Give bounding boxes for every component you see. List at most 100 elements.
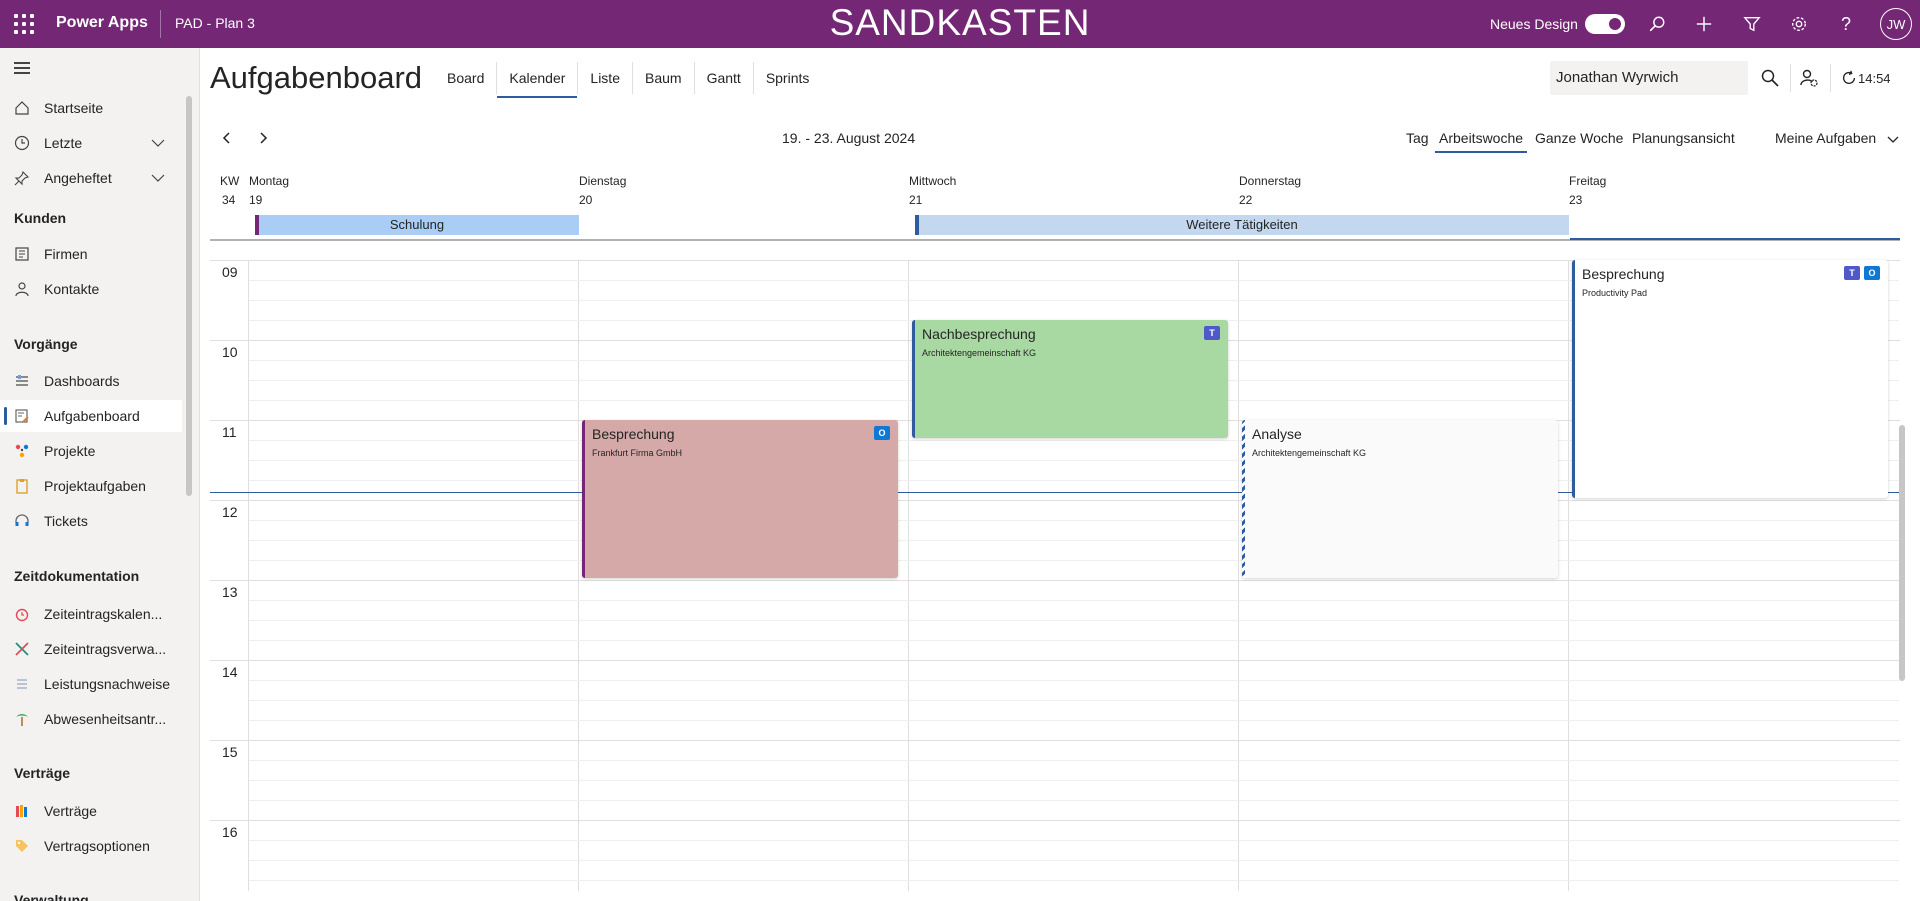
chevron-down-icon[interactable]: [150, 135, 166, 151]
all-day-event-title: Weitere Tätigkeiten: [1186, 217, 1298, 232]
view-workweek[interactable]: Arbeitswoche: [1434, 130, 1528, 153]
quarter-hour-line: [249, 840, 1899, 841]
sidebar-item-aufgabenboard[interactable]: Aufgabenboard: [0, 400, 182, 432]
clock-icon: [14, 135, 30, 151]
sidebar-item-zeiteintragsverwaltung[interactable]: Zeiteintragsverwa...: [0, 633, 182, 665]
user-avatar[interactable]: JW: [1880, 8, 1912, 40]
pin-icon: [14, 170, 30, 186]
sidebar-item-kontakte[interactable]: Kontakte: [0, 273, 182, 305]
app-name[interactable]: PAD - Plan 3: [175, 15, 255, 31]
sidebar-item-label: Letzte: [44, 135, 83, 151]
sidebar-item-startseite[interactable]: Startseite: [0, 92, 182, 124]
calendar-event[interactable]: Nachbesprechung Architektengemeinschaft K…: [912, 320, 1228, 438]
next-week-button[interactable]: [253, 128, 273, 148]
teams-icon[interactable]: T: [1844, 266, 1860, 280]
filter-icon[interactable]: [1740, 12, 1764, 36]
view-day[interactable]: Tag: [1406, 130, 1429, 146]
add-icon[interactable]: [1692, 12, 1716, 36]
search-icon[interactable]: [1758, 66, 1782, 90]
search-icon[interactable]: [1645, 12, 1669, 36]
day-header-name[interactable]: Montag: [249, 174, 289, 188]
tab-board[interactable]: Board: [435, 62, 496, 94]
quarter-hour-line: [249, 760, 1899, 761]
view-fullweek[interactable]: Ganze Woche: [1535, 130, 1623, 146]
tab-baum[interactable]: Baum: [631, 62, 694, 94]
sidebar-item-label: Vertragsoptionen: [44, 838, 150, 854]
view-planning[interactable]: Planungsansicht: [1632, 130, 1735, 146]
user-select-field[interactable]: Jonathan Wyrwich: [1550, 61, 1748, 95]
settings-icon[interactable]: [1787, 12, 1811, 36]
clipboard-icon: [14, 478, 30, 494]
my-tasks-label: Meine Aufgaben: [1775, 130, 1877, 146]
sidebar-item-abwesenheitsantraege[interactable]: Abwesenheitsantr...: [0, 703, 182, 735]
refresh-icon[interactable]: [1840, 66, 1858, 90]
quarter-hour-line: [249, 780, 1899, 781]
day-header-name[interactable]: Mittwoch: [909, 174, 956, 188]
tag-icon: [14, 838, 30, 854]
app-launcher-icon[interactable]: [14, 14, 34, 34]
scrollbar-thumb[interactable]: [1899, 425, 1905, 681]
sidebar-item-tickets[interactable]: Tickets: [0, 505, 182, 537]
day-header-date[interactable]: 20: [579, 193, 592, 207]
chevron-down-icon: [1887, 136, 1899, 143]
day-header-date[interactable]: 23: [1569, 193, 1582, 207]
teams-icon[interactable]: T: [1204, 326, 1220, 340]
sidebar-item-projektaufgaben[interactable]: Projektaufgaben: [0, 470, 182, 502]
hamburger-menu-icon[interactable]: [14, 62, 30, 74]
quarter-hour-line: [249, 520, 1899, 521]
dashboard-icon: [14, 373, 30, 389]
brand-name[interactable]: Power Apps: [56, 14, 148, 32]
day-header-date[interactable]: 21: [909, 193, 922, 207]
chevron-down-icon[interactable]: [150, 170, 166, 186]
sidebar-item-angeheftet[interactable]: Angeheftet: [0, 162, 182, 194]
tab-kalender[interactable]: Kalender: [496, 62, 578, 98]
top-bar: Power Apps PAD - Plan 3 SANDKASTEN Neues…: [0, 0, 1920, 48]
all-day-event[interactable]: Weitere Tätigkeiten: [915, 215, 1569, 235]
event-accent-bar: [1242, 420, 1245, 578]
outlook-icon[interactable]: O: [874, 426, 890, 440]
calendar-event[interactable]: Analyse Architektengemeinschaft KG: [1242, 420, 1558, 578]
calendar-event[interactable]: Besprechung Frankfurt Firma GmbH O: [582, 420, 898, 578]
calendar-event[interactable]: Besprechung Productivity Pad T O: [1572, 260, 1888, 498]
sidebar-item-leistungsnachweise[interactable]: Leistungsnachweise: [0, 668, 182, 700]
day-header-date[interactable]: 22: [1239, 193, 1252, 207]
new-design-toggle[interactable]: [1585, 14, 1625, 34]
event-accent-bar: [582, 420, 585, 578]
sidebar-item-firmen[interactable]: Firmen: [0, 238, 182, 270]
day-header-name[interactable]: Donnerstag: [1239, 174, 1301, 188]
help-icon[interactable]: ?: [1834, 12, 1858, 36]
sidebar-item-zeiteintragskalender[interactable]: Zeiteintragskalen...: [0, 598, 182, 630]
sidebar-item-label: Kontakte: [44, 281, 100, 297]
tab-sprints[interactable]: Sprints: [752, 62, 822, 94]
view-tabs: Board Kalender Liste Baum Gantt Sprints: [435, 62, 821, 98]
sidebar-item-vertraege[interactable]: Verträge: [0, 795, 182, 827]
tab-liste[interactable]: Liste: [577, 62, 632, 94]
hour-label: 11: [222, 424, 237, 440]
group-title-vorgaenge: Vorgänge: [14, 336, 78, 352]
my-tasks-dropdown[interactable]: Meine Aufgaben: [1775, 130, 1899, 146]
day-column-divider: [1568, 260, 1569, 891]
previous-week-button[interactable]: [217, 128, 237, 148]
sidebar-item-projekte[interactable]: Projekte: [0, 435, 182, 467]
calendar-scrollbar[interactable]: [1898, 175, 1906, 891]
tab-gantt[interactable]: Gantt: [693, 62, 753, 94]
hour-label: 09: [222, 264, 238, 280]
sidebar-item-vertragsoptionen[interactable]: Vertragsoptionen: [0, 830, 182, 862]
sidebar-item-dashboards[interactable]: Dashboards: [0, 365, 182, 397]
day-header-name[interactable]: Freitag: [1569, 174, 1606, 188]
sidebar: Startseite Letzte Angeheftet Kunden Firm…: [0, 48, 200, 901]
outlook-icon[interactable]: O: [1864, 266, 1880, 280]
day-header-date[interactable]: 19: [249, 193, 262, 207]
page-title: Aufgabenboard: [210, 60, 423, 95]
taskboard-icon: [14, 408, 30, 424]
environment-banner: SANDKASTEN: [829, 2, 1091, 43]
event-subtitle: Architektengemeinschaft KG: [922, 348, 1037, 358]
sidebar-item-letzte[interactable]: Letzte: [0, 127, 182, 159]
sidebar-item-label: Firmen: [44, 246, 88, 262]
sidebar-scrollbar[interactable]: [186, 96, 192, 496]
all-day-event[interactable]: Schulung: [255, 215, 579, 235]
day-header-name[interactable]: Dienstag: [579, 174, 626, 188]
user-settings-icon[interactable]: [1797, 66, 1821, 90]
event-icons: TO: [1844, 266, 1880, 280]
day-column-divider: [1238, 260, 1239, 891]
